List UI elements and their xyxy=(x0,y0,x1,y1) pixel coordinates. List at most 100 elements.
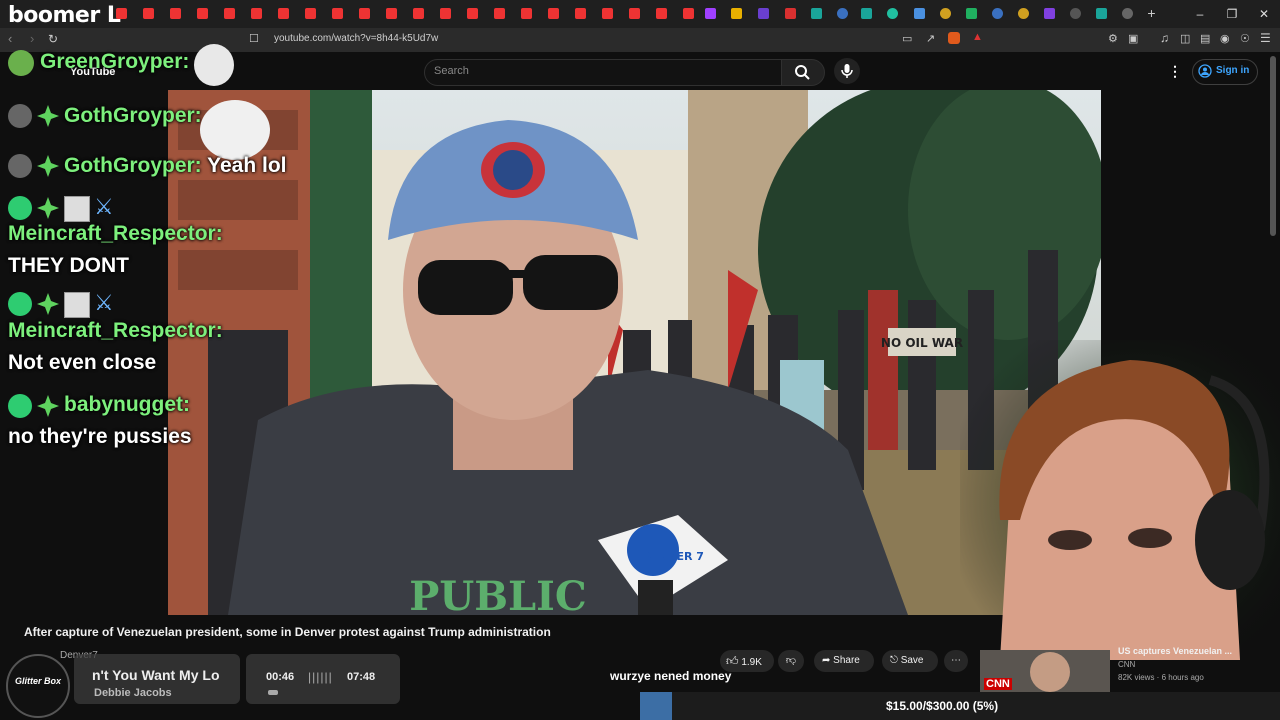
tab-favicon-icon[interactable] xyxy=(629,8,640,19)
protest-sign-text: NO OIL WAR xyxy=(881,336,963,350)
tab-favicon-icon[interactable] xyxy=(683,8,694,19)
media-icon[interactable]: ♫ xyxy=(1160,31,1169,45)
tab-favicon-icon[interactable] xyxy=(861,8,872,19)
tab-favicon-icon[interactable] xyxy=(278,8,289,19)
tab-favicon-icon[interactable] xyxy=(1070,8,1081,19)
microphone-icon xyxy=(841,64,853,78)
brave-shield-icon[interactable] xyxy=(948,32,960,44)
url-text[interactable]: youtube.com/watch?v=8h44-k5Ud7w xyxy=(274,33,438,44)
minimize-icon[interactable]: – xyxy=(1184,0,1216,28)
tab-favicon-icon[interactable] xyxy=(440,8,451,19)
chat-message: GothGroyper: xyxy=(64,104,202,128)
dislike-button[interactable]: 👎︎ xyxy=(778,650,804,672)
chat-message-text: Yeah lol xyxy=(207,154,287,177)
tab-favicon-icon[interactable] xyxy=(170,8,181,19)
tab-favicon-icon[interactable] xyxy=(992,8,1003,19)
tab-favicon-icon[interactable] xyxy=(1018,8,1029,19)
back-icon[interactable]: ‹ xyxy=(8,31,12,46)
user-badge-icon xyxy=(8,154,32,178)
tab-favicon-icon[interactable] xyxy=(521,8,532,19)
tab-favicon-icon[interactable] xyxy=(143,8,154,19)
broken-image-icon xyxy=(64,196,90,222)
sidebar-icon[interactable]: ◫ xyxy=(1180,32,1190,45)
cast-icon[interactable]: ▭ xyxy=(902,32,912,45)
new-tab-icon[interactable]: + xyxy=(1146,6,1157,20)
search-input[interactable] xyxy=(424,59,782,86)
chat-username: babynugget: xyxy=(64,393,190,416)
sword-badge-icon: ⚔ xyxy=(94,290,114,315)
tab-favicon-icon[interactable] xyxy=(494,8,505,19)
reload-icon[interactable]: ↻ xyxy=(48,32,58,46)
tab-favicon-icon[interactable] xyxy=(887,8,898,19)
moderator-badge-icon xyxy=(8,394,32,418)
more-horizontal-icon: ⋯ xyxy=(951,655,961,666)
wallet-icon[interactable]: ▤ xyxy=(1200,32,1210,45)
mic-flag-text: DENVER 7 xyxy=(642,550,704,563)
tab-favicon-icon[interactable] xyxy=(914,8,925,19)
tab-favicon-icon[interactable] xyxy=(811,8,822,19)
save-button[interactable]: ⎋ Save xyxy=(882,650,938,672)
tab-favicon-icon[interactable] xyxy=(1122,8,1133,19)
tab-favicon-icon[interactable] xyxy=(966,8,977,19)
more-options-icon[interactable]: ⋮ xyxy=(1168,63,1182,80)
chat-username: GothGroyper: xyxy=(64,104,202,127)
browser-address-bar xyxy=(0,28,1280,52)
chat-message: Meincraft_Respector: THEY DONT xyxy=(8,222,223,278)
tab-favicon-icon[interactable] xyxy=(940,8,951,19)
chat-emote-icon xyxy=(200,100,270,160)
tab-favicon-icon[interactable] xyxy=(731,8,742,19)
playback-progress[interactable] xyxy=(268,690,278,695)
close-icon[interactable]: ✕ xyxy=(1248,0,1280,28)
rewards-icon[interactable]: ▲ xyxy=(972,31,983,43)
tab-favicon-icon[interactable] xyxy=(467,8,478,19)
more-actions-button[interactable]: ⋯ xyxy=(944,650,968,672)
voice-search-button[interactable] xyxy=(834,58,860,84)
save-label: Save xyxy=(900,655,924,666)
leo-icon[interactable]: ☉ xyxy=(1240,32,1250,45)
tab-favicon-icon[interactable] xyxy=(332,8,343,19)
tab-favicon-icon[interactable] xyxy=(224,8,235,19)
tab-favicon-icon[interactable] xyxy=(251,8,262,19)
chat-username: Meincraft_Respector: xyxy=(8,319,223,342)
page-scrollbar[interactable] xyxy=(1270,56,1276,236)
tab-favicon-icon[interactable] xyxy=(197,8,208,19)
tab-favicon-icon[interactable] xyxy=(656,8,667,19)
tab-favicon-icon[interactable] xyxy=(116,8,127,19)
thumbnail-face xyxy=(1030,652,1070,692)
song-artist: Debbie Jacobs xyxy=(94,687,172,699)
sword-badge-icon: ⚔ xyxy=(94,194,114,219)
tab-favicon-icon[interactable] xyxy=(575,8,586,19)
tab-favicon-icon[interactable] xyxy=(705,8,716,19)
broken-image-icon xyxy=(64,292,90,318)
bookmark-icon[interactable]: ☐ xyxy=(249,32,259,45)
screenshot-icon[interactable]: ▣ xyxy=(1128,32,1138,45)
sub-badge-icon xyxy=(37,395,59,417)
elapsed-time: 00:46 xyxy=(266,671,295,683)
tab-favicon-icon[interactable] xyxy=(305,8,316,19)
tab-favicon-icon[interactable] xyxy=(602,8,613,19)
tab-favicon-icon[interactable] xyxy=(1096,8,1107,19)
dislike-icon: 👎︎ xyxy=(785,655,797,666)
share-page-icon[interactable]: ↗ xyxy=(926,32,935,45)
tab-favicon-icon[interactable] xyxy=(548,8,559,19)
tab-favicon-icon[interactable] xyxy=(413,8,424,19)
chat-message-text: THEY DONT xyxy=(8,254,129,277)
tab-favicon-icon[interactable] xyxy=(1044,8,1055,19)
search-button[interactable] xyxy=(781,59,825,86)
tab-favicon-icon[interactable] xyxy=(785,8,796,19)
recommendation-channel[interactable]: CNN xyxy=(1118,660,1135,669)
tab-favicon-icon[interactable] xyxy=(837,8,848,19)
vpn-icon[interactable]: ◉ xyxy=(1220,32,1230,45)
like-icon: 👍︎ xyxy=(726,654,739,668)
recommendation-thumbnail[interactable]: CNN xyxy=(980,650,1110,692)
menu-icon[interactable]: ☰ xyxy=(1260,31,1271,45)
share-button[interactable]: ➦ Share xyxy=(814,650,874,672)
extensions-icon[interactable]: ⚙ xyxy=(1108,32,1118,45)
recommendation-title[interactable]: US captures Venezuelan ... xyxy=(1118,646,1232,656)
tab-favicon-icon[interactable] xyxy=(386,8,397,19)
forward-icon[interactable]: › xyxy=(30,31,34,46)
restore-icon[interactable]: ❐ xyxy=(1216,0,1248,28)
recommendation-meta: 82K views · 6 hours ago xyxy=(1118,673,1204,682)
tab-favicon-icon[interactable] xyxy=(758,8,769,19)
tab-favicon-icon[interactable] xyxy=(359,8,370,19)
